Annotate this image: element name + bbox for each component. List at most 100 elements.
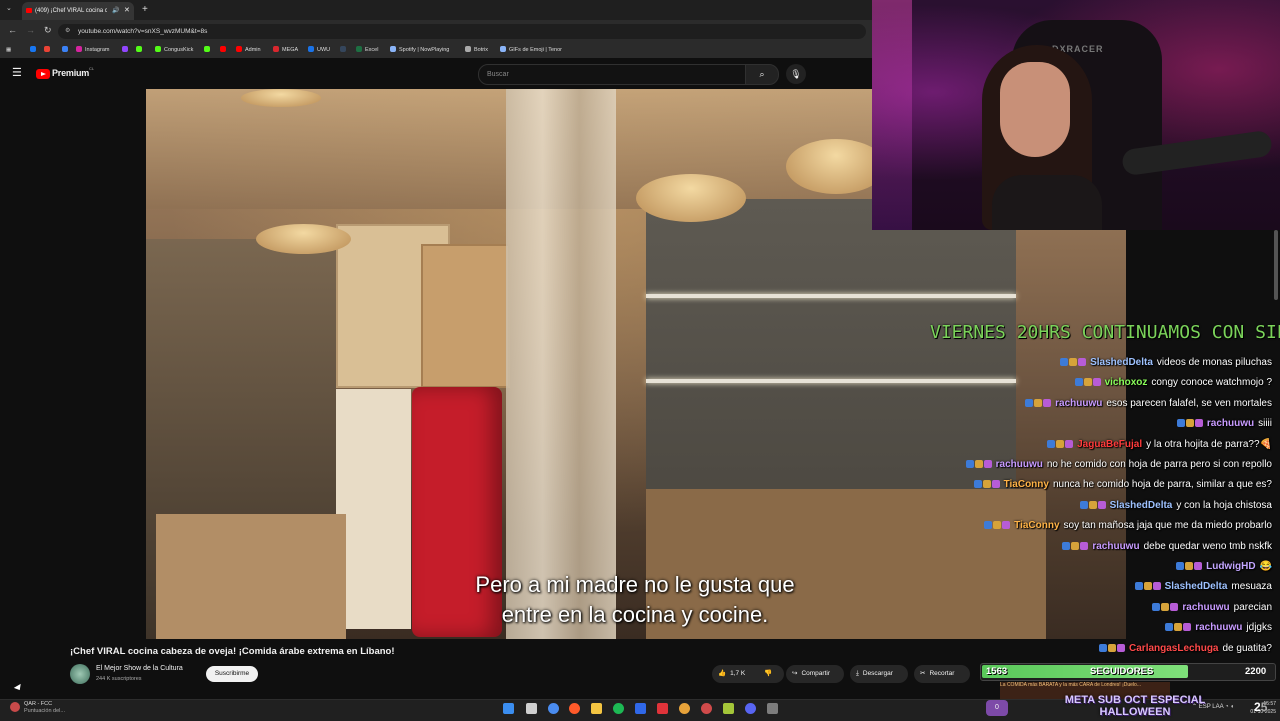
start-icon[interactable]: [503, 703, 514, 714]
download-button[interactable]: ⤓ Descargar: [850, 665, 908, 683]
chat-message: TiaConny soy tan mañosa jaja que me da mi…: [984, 517, 1272, 535]
browser-tab-active[interactable]: (409) ¡Chef VIRAL cocina ca... 🔊 ✕: [22, 2, 134, 20]
chat-username: rachuuwu: [1092, 540, 1140, 552]
chat-badge-icon: [1194, 419, 1203, 428]
bookmarks-bar: ▦ Instagram CongusKick Admin MEGA UWU Ex…: [0, 42, 872, 58]
bookmark-excel[interactable]: Excel: [356, 42, 378, 58]
chrome-icon[interactable]: [679, 703, 690, 714]
chat-badge-icon: [1071, 541, 1080, 550]
chat-badges: [1079, 498, 1107, 516]
chat-text: nunca he comido hoja de parra, similar a…: [1052, 479, 1272, 491]
spotify-icon[interactable]: [613, 703, 624, 714]
chat-username: rachuuwu: [1195, 622, 1243, 634]
chat-username: LudwigHD: [1206, 561, 1256, 572]
file-explorer-icon[interactable]: [591, 703, 602, 714]
speaker-icon[interactable]: 🔊: [112, 2, 119, 20]
voice-search-icon[interactable]: 🎙: [786, 64, 806, 84]
chat-username: TiaConny: [1014, 520, 1060, 532]
chat-badges: [965, 457, 993, 475]
webcam-led-light: [872, 0, 912, 230]
like-button[interactable]: 👍 1,7 K: [718, 665, 745, 683]
bookmark-facebook[interactable]: [30, 42, 39, 58]
task-view-icon[interactable]: [526, 703, 537, 714]
share-icon: ↪: [792, 670, 798, 677]
youtube-premium-wordmark[interactable]: Premium: [52, 68, 89, 78]
bookmark-youtube[interactable]: [220, 42, 229, 58]
chat-badges: [984, 518, 1011, 536]
chat-badges: [1074, 375, 1102, 393]
chevron-up-icon[interactable]: ⌃: [1192, 704, 1197, 710]
thumbs-up-icon: 👍: [718, 670, 727, 677]
tab-search-icon[interactable]: ⌄: [6, 4, 12, 12]
chat-text: mesuaza: [1231, 581, 1272, 593]
bookmark-congus-kick[interactable]: CongusKick: [155, 42, 193, 58]
new-tab-button[interactable]: +: [142, 3, 148, 17]
search-input[interactable]: Buscar: [478, 64, 746, 85]
bookmark-spotify-nowplaying[interactable]: Spotify | NowPlaying: [390, 42, 449, 58]
back-icon[interactable]: ←: [8, 25, 17, 35]
tab-close-icon[interactable]: ✕: [124, 2, 130, 20]
menu-icon[interactable]: ☰: [12, 66, 22, 79]
discord-icon[interactable]: [745, 703, 756, 714]
app-icon-3[interactable]: [723, 703, 734, 714]
bookmark-botrix[interactable]: Botrix: [465, 42, 488, 58]
search-button[interactable]: ⌕: [745, 64, 779, 85]
clip-button[interactable]: ✂ Recortar: [914, 665, 970, 683]
forward-icon[interactable]: →: [26, 25, 35, 35]
bookmark-admin[interactable]: Admin: [236, 42, 261, 58]
bookmark-messenger[interactable]: [62, 42, 71, 58]
chat-username: CarlangasLechuga: [1129, 642, 1219, 654]
youtube-logo-icon[interactable]: [36, 69, 50, 79]
scrollbar-thumb[interactable]: [1274, 230, 1278, 300]
bookmark-twitch[interactable]: [122, 42, 131, 58]
share-button[interactable]: ↪ Compartir: [786, 665, 844, 683]
chat-badge-icon: [1099, 643, 1108, 652]
bookmark-kick-2[interactable]: [204, 42, 213, 58]
obs-icon[interactable]: [657, 703, 668, 714]
chat-badges: [1134, 579, 1162, 597]
copilot-icon[interactable]: [548, 703, 559, 714]
chat-text: parecian: [1233, 601, 1272, 613]
chat-badge-icon: [1176, 562, 1185, 570]
bookmark-mega[interactable]: MEGA: [273, 42, 298, 58]
subscribe-button[interactable]: Suscribirme: [206, 666, 258, 682]
follower-goal-fill: [982, 665, 1188, 678]
app-icon-2[interactable]: [701, 703, 712, 714]
dislike-button[interactable]: 👎: [764, 665, 772, 683]
address-bar[interactable]: ⚙ youtube.com/watch?v=snXS_wvzMUM&t=8s: [58, 24, 866, 39]
webcam-streamer-shirt: [992, 175, 1102, 230]
reload-icon[interactable]: ↻: [44, 25, 52, 36]
chat-badge-icon: [973, 480, 982, 489]
chat-badge-icon: [993, 521, 1002, 530]
chat-message: JaguaBeFujal y la otra hojita de parra??🍕: [1047, 436, 1272, 454]
chat-text: y la otra hojita de parra??🍕: [1146, 438, 1272, 450]
webcam-feed: DXRACER: [872, 0, 1280, 230]
share-label: Compartir: [801, 670, 830, 677]
chat-badge-icon: [1078, 358, 1087, 366]
app-icon[interactable]: [635, 703, 646, 714]
chat-badges: [1047, 437, 1074, 455]
app-icon-4[interactable]: [767, 703, 778, 714]
bookmark-gmail[interactable]: [44, 42, 53, 58]
channel-name[interactable]: El Mejor Show de la Cultura: [96, 665, 183, 672]
firefox-icon[interactable]: [569, 703, 580, 714]
video-scene-cabinet: [421, 244, 510, 388]
apps-icon[interactable]: ▦: [6, 42, 11, 58]
bookmark-instagram[interactable]: Instagram: [76, 42, 109, 58]
chat-badge-icon: [1152, 582, 1161, 591]
chat-username: rachuuwu: [1055, 397, 1103, 409]
bookmark-uwu[interactable]: UWU: [308, 42, 330, 58]
system-tray[interactable]: ⌃ ESP LAA ◔ ◖: [1192, 703, 1234, 710]
channel-avatar[interactable]: [70, 664, 90, 684]
chat-badge-icon: [1176, 419, 1185, 428]
chat-message: rachuuwu debe quedar weno tmb nskfk: [1062, 538, 1272, 556]
volume-icon[interactable]: ◖: [1230, 704, 1234, 710]
bookmark-tumblr[interactable]: [340, 42, 349, 58]
wifi-icon[interactable]: ◔: [1225, 704, 1229, 710]
bookmark-tenor[interactable]: GIFs de Emoji | Tenor: [500, 42, 562, 58]
video-scene-lamp: [636, 174, 746, 222]
site-info-icon[interactable]: ⚙: [65, 24, 70, 39]
bookmark-kick[interactable]: [136, 42, 145, 58]
chat-username: vichoxoz: [1104, 377, 1148, 389]
news-widget[interactable]: QAR - FCC Puntuación del...: [8, 701, 65, 715]
